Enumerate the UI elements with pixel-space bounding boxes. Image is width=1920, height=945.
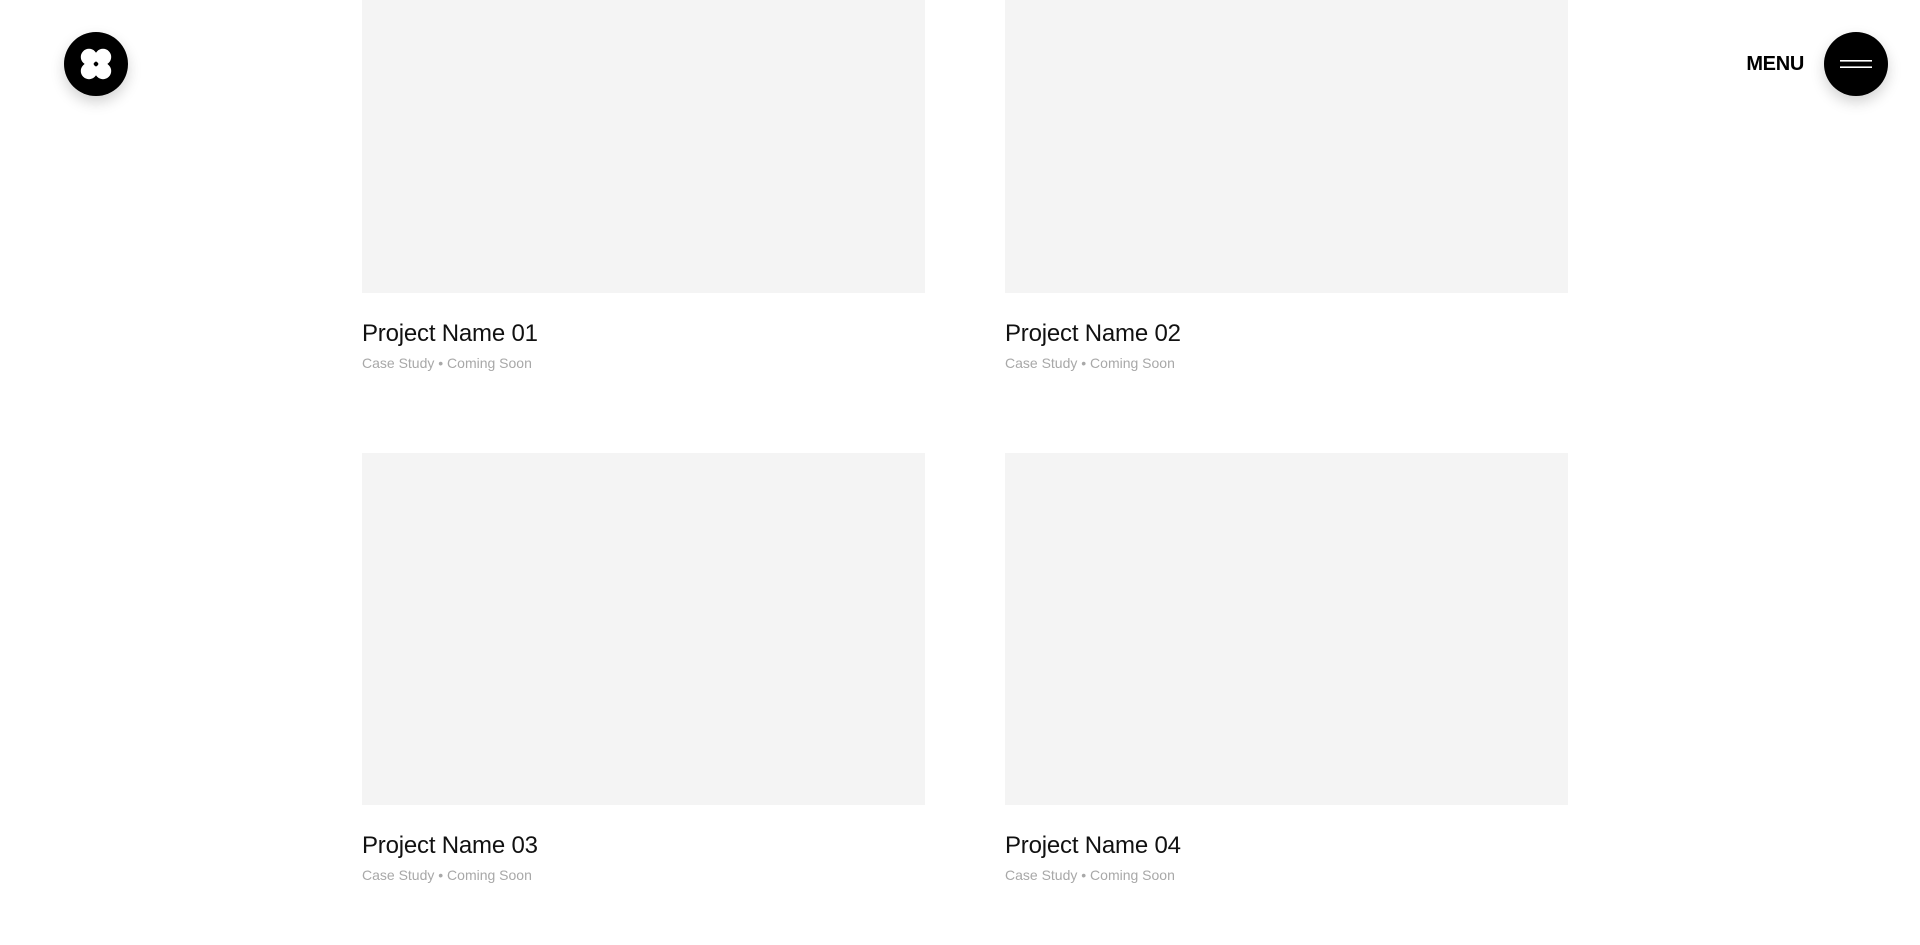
menu-label[interactable]: MENU xyxy=(1746,53,1804,76)
page: MENU Project Name 01 Case Study • Coming… xyxy=(0,0,1920,945)
project-card[interactable]: Project Name 04 Case Study • Coming Soon xyxy=(1005,453,1568,884)
project-thumbnail[interactable] xyxy=(1005,453,1568,805)
project-meta: Case Study • Coming Soon xyxy=(362,355,532,371)
project-title[interactable]: Project Name 01 xyxy=(362,319,925,349)
project-thumbnail[interactable] xyxy=(362,0,925,293)
project-card[interactable]: Project Name 02 Case Study • Coming Soon xyxy=(1005,0,1568,372)
project-title[interactable]: Project Name 03 xyxy=(362,831,925,861)
project-meta: Case Study • Coming Soon xyxy=(1005,867,1175,883)
project-meta: Case Study • Coming Soon xyxy=(362,867,532,883)
four-petal-flower-icon xyxy=(80,48,112,80)
project-title[interactable]: Project Name 02 xyxy=(1005,319,1568,349)
project-title[interactable]: Project Name 04 xyxy=(1005,831,1568,861)
project-meta: Case Study • Coming Soon xyxy=(1005,355,1175,371)
menu-toggle[interactable]: MENU xyxy=(1746,32,1888,96)
project-card[interactable]: Project Name 03 Case Study • Coming Soon xyxy=(362,453,925,884)
project-card[interactable]: Project Name 01 Case Study • Coming Soon xyxy=(362,0,925,372)
hamburger-icon xyxy=(1840,60,1872,68)
project-thumbnail[interactable] xyxy=(1005,0,1568,293)
menu-button[interactable] xyxy=(1824,32,1888,96)
home-logo-button[interactable] xyxy=(64,32,128,96)
project-grid: Project Name 01 Case Study • Coming Soon… xyxy=(362,0,1568,884)
project-thumbnail[interactable] xyxy=(362,453,925,805)
